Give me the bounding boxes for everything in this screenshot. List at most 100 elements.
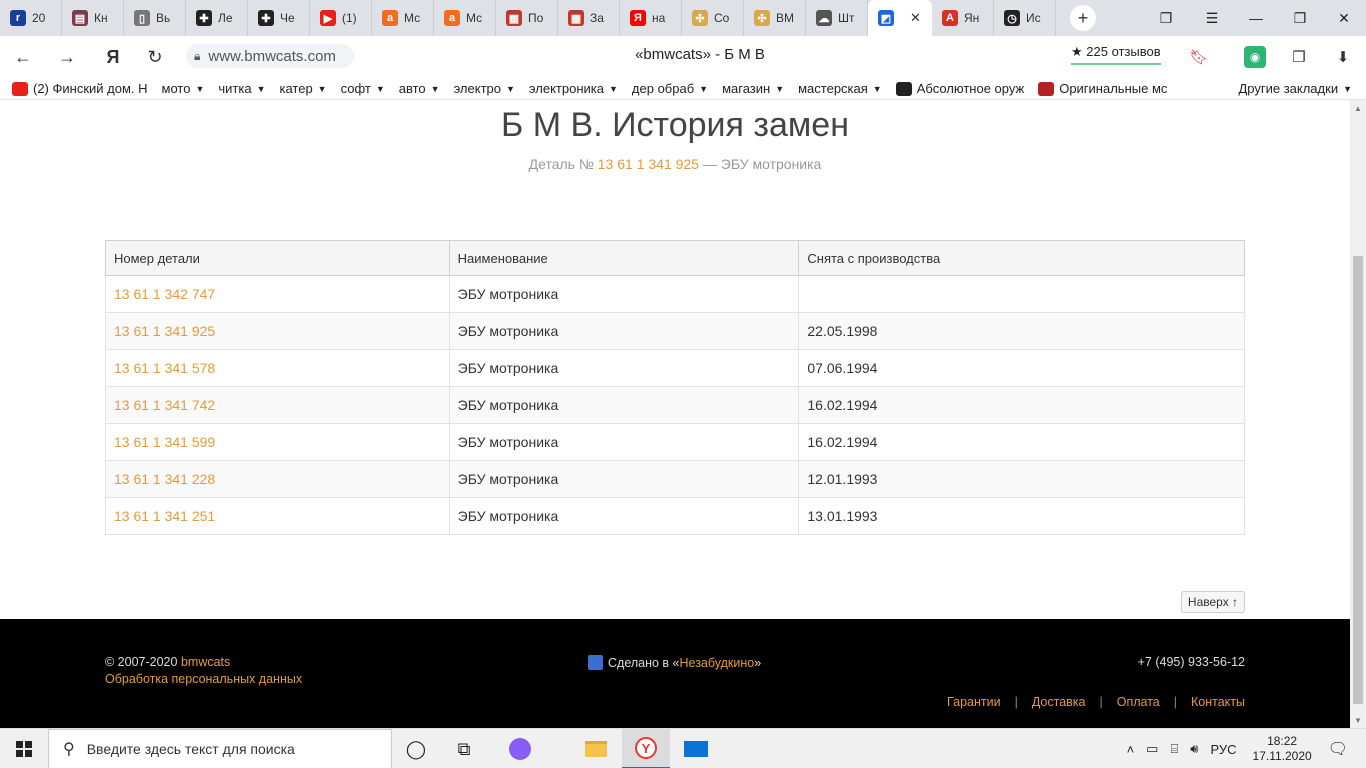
discontinued-date: 12.01.1993 <box>798 460 1245 498</box>
yandex-browser-icon[interactable]: Y <box>622 729 670 768</box>
close-tab-icon[interactable]: ✕ <box>910 10 921 26</box>
part-link[interactable]: 13 61 1 341 925 <box>598 156 699 172</box>
part-number-link[interactable]: 13 61 1 342 747 <box>105 275 450 313</box>
footer-link-contacts[interactable]: Контакты <box>1191 695 1245 709</box>
table-row: 13 61 1 341 599 ЭБУ мотроника 16.02.1994 <box>105 423 1245 461</box>
browser-tab[interactable]: ☁ Шт <box>806 0 868 36</box>
tab-label: Кн <box>94 11 108 25</box>
table-header-row: Номер детали Наименование Снята с произв… <box>105 240 1245 276</box>
tab-label: Ис <box>1026 11 1041 25</box>
footer-link-delivery[interactable]: Доставка <box>1032 695 1086 709</box>
part-number-link[interactable]: 13 61 1 341 742 <box>105 386 450 424</box>
mail-icon[interactable] <box>672 729 720 768</box>
part-number-link[interactable]: 13 61 1 341 578 <box>105 349 450 387</box>
page-content: Б М В. История замен Деталь № 13 61 1 34… <box>0 100 1350 619</box>
part-number-link[interactable]: 13 61 1 341 925 <box>105 312 450 350</box>
bookmark-item[interactable]: мото ▼ <box>162 81 205 96</box>
browser-tab[interactable]: ✣ Co <box>682 0 744 36</box>
chevron-up-icon[interactable]: ˄ <box>1127 742 1135 757</box>
language-indicator[interactable]: РУС <box>1210 742 1236 757</box>
table-row: 13 61 1 341 578 ЭБУ мотроника 07.06.1994 <box>105 349 1245 387</box>
browser-tab[interactable]: ▦ По <box>496 0 558 36</box>
windows-start-icon[interactable] <box>0 729 48 768</box>
part-number-link[interactable]: 13 61 1 341 228 <box>105 460 450 498</box>
scroll-up-icon[interactable]: ▲ <box>1350 100 1366 116</box>
bookmark-item[interactable]: Оригинальные мс <box>1038 81 1167 96</box>
volume-icon[interactable]: 🔊︎ <box>1190 741 1198 757</box>
nezabudkino-link[interactable]: Незабудкино <box>680 656 755 670</box>
part-number-link[interactable]: 13 61 1 341 599 <box>105 423 450 461</box>
scroll-down-icon[interactable]: ▼ <box>1350 712 1366 728</box>
task-view-icon[interactable]: ⧉ <box>440 729 488 768</box>
browser-tab[interactable]: ✚ Че <box>248 0 310 36</box>
vertical-scrollbar[interactable]: ▲ ▼ <box>1350 100 1366 728</box>
bookmark-item[interactable]: Абсолютное оруж <box>895 81 1024 96</box>
bookmark-item[interactable]: катер ▼ <box>279 81 326 96</box>
chevron-down-icon: ▼ <box>430 83 440 94</box>
reload-icon[interactable]: ↻ <box>142 44 168 70</box>
browser-tab[interactable]: ✣ BM <box>744 0 806 36</box>
plus-square-icon: ✚ <box>258 10 274 26</box>
download-icon[interactable]: ⬇ <box>1332 46 1354 68</box>
privacy-link[interactable]: Обработка персональных данных <box>105 672 302 686</box>
notifications-icon[interactable]: 🗨︎ <box>1328 739 1348 759</box>
other-bookmarks[interactable]: Другие закладки ▼ <box>1238 81 1352 96</box>
browser-tab[interactable]: ✚ Ле <box>186 0 248 36</box>
column-header-discontinued: Снята с производства <box>798 240 1245 276</box>
footer-link-payment[interactable]: Оплата <box>1117 695 1160 709</box>
chevron-down-icon: ▼ <box>608 83 618 94</box>
forward-icon[interactable]: → <box>54 44 80 70</box>
bookmark-item[interactable]: мастерская ▼ <box>798 81 882 96</box>
bmwcats-link[interactable]: bmwcats <box>181 655 230 669</box>
bookmark-item[interactable]: авто ▼ <box>399 81 440 96</box>
browser-tab[interactable]: ◩ ✕ <box>868 0 932 36</box>
r-icon: r <box>10 10 26 26</box>
cortana-icon[interactable]: ◯ <box>392 729 440 768</box>
reviews-badge[interactable]: ★ 225 отзывов <box>1071 44 1161 65</box>
part-number-link[interactable]: 13 61 1 341 251 <box>105 497 450 535</box>
menu-icon[interactable]: ☰ <box>1192 0 1232 36</box>
browser-tab[interactable]: a Мс <box>434 0 496 36</box>
minimize-icon[interactable]: — <box>1236 0 1276 36</box>
browser-tab[interactable]: Яна <box>620 0 682 36</box>
bookmark-item[interactable]: (2) Финский дом. Н <box>12 81 148 96</box>
taskbar-search[interactable]: ⚲ Введите здесь текст для поиска <box>48 729 392 768</box>
bookmark-icon[interactable]: 🔖︎ <box>1188 46 1210 68</box>
separator: | <box>1014 695 1018 709</box>
restore-icon[interactable]: ❐ <box>1280 0 1320 36</box>
battery-icon[interactable]: ▭ <box>1146 741 1158 757</box>
browser-tab[interactable]: ▶ (1) <box>310 0 372 36</box>
browser-tab[interactable]: ▯ Вь <box>124 0 186 36</box>
new-tab-icon[interactable]: + <box>1070 5 1096 31</box>
atv-icon <box>1038 81 1055 96</box>
collections-icon[interactable]: ❒ <box>1288 46 1310 68</box>
url-field[interactable]: 🔒︎ www.bmwcats.com <box>186 44 354 68</box>
browser-tab[interactable]: ◷ Ис <box>994 0 1056 36</box>
yandex-icon[interactable]: Я <box>100 44 126 70</box>
network-icon[interactable]: ⌸ <box>1170 741 1178 757</box>
chevron-down-icon: ▼ <box>317 83 327 94</box>
bookmark-item[interactable]: магазин ▼ <box>722 81 784 96</box>
browser-tab[interactable]: r 20 <box>0 0 62 36</box>
clock[interactable]: 18:22 17.11.2020 <box>1253 734 1312 764</box>
back-to-top-button[interactable]: Наверх ↑ <box>1181 591 1245 613</box>
bookmark-item[interactable]: софт ▼ <box>341 81 385 96</box>
extension-icon[interactable]: ◉ <box>1244 46 1266 68</box>
browser-tab[interactable]: a Мс <box>372 0 434 36</box>
close-window-icon[interactable]: ✕ <box>1324 0 1364 36</box>
alice-icon[interactable] <box>496 729 544 768</box>
footer-link-guarantees[interactable]: Гарантии <box>947 695 1001 709</box>
tab-manager-icon[interactable]: ❐ <box>1146 0 1186 36</box>
bookmark-item[interactable]: электро ▼ <box>454 81 515 96</box>
browser-tab[interactable]: ▤ Кн <box>62 0 124 36</box>
bookmark-item[interactable]: дер обраб ▼ <box>632 81 708 96</box>
bookmark-item[interactable]: читка ▼ <box>218 81 265 96</box>
plus-square-icon: ✚ <box>196 10 212 26</box>
tab-label: По <box>528 11 544 25</box>
bookmark-item[interactable]: электроника ▼ <box>529 81 618 96</box>
browser-tab[interactable]: ▦ За <box>558 0 620 36</box>
browser-tab[interactable]: A Ян <box>932 0 994 36</box>
scroll-thumb[interactable] <box>1353 256 1363 704</box>
back-icon[interactable]: ← <box>10 44 36 70</box>
file-explorer-icon[interactable] <box>572 729 620 768</box>
